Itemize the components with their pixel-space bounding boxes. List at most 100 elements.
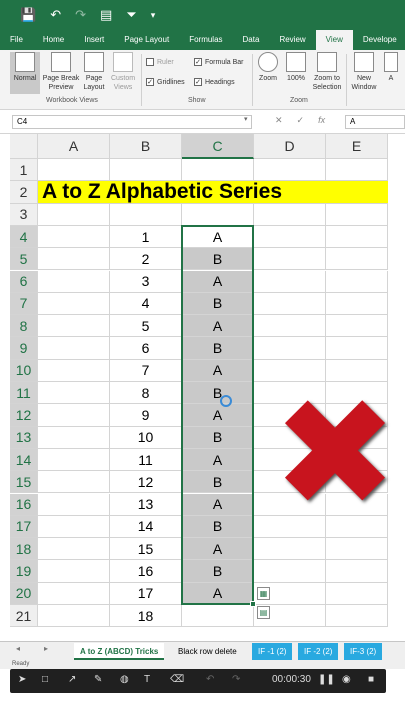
custom-views-button[interactable]: Custom Views: [108, 52, 138, 92]
cell-e6[interactable]: [326, 270, 388, 293]
cell-b5[interactable]: 2: [110, 248, 182, 271]
formula-input[interactable]: A: [345, 115, 405, 129]
cell-a19[interactable]: [38, 560, 110, 583]
headings-checkbox[interactable]: ✓ Headings: [194, 78, 235, 86]
cell-c16[interactable]: A: [182, 493, 254, 516]
column-header-a[interactable]: A: [38, 134, 110, 159]
tab-data[interactable]: Data: [233, 30, 270, 50]
text-tool-icon[interactable]: T: [144, 674, 150, 685]
form-icon[interactable]: ▤: [100, 7, 112, 23]
tab-review[interactable]: Review: [269, 30, 315, 50]
zoom-button[interactable]: Zoom: [256, 52, 280, 83]
stop-icon[interactable]: ■: [368, 674, 374, 685]
cell-b20[interactable]: 17: [110, 582, 182, 605]
cell-b8[interactable]: 5: [110, 315, 182, 338]
cell-d9[interactable]: [254, 337, 326, 360]
cell-c7[interactable]: B: [182, 292, 254, 316]
arrange-all-button[interactable]: A: [382, 52, 400, 83]
sheet-tab-a-to-z[interactable]: A to Z (ABCD) Tricks: [74, 643, 165, 660]
zoom-to-selection-button[interactable]: Zoom to Selection: [310, 52, 344, 92]
cell-a7[interactable]: [38, 292, 110, 316]
row-header-19[interactable]: 19: [10, 560, 38, 583]
chevron-down-icon[interactable]: ▾: [244, 115, 248, 123]
save-icon[interactable]: 💾: [20, 7, 36, 23]
cell-a18[interactable]: [38, 538, 110, 561]
cell-a6[interactable]: [38, 270, 110, 293]
pointer-tool-icon[interactable]: ➤: [18, 674, 26, 685]
cell-e3[interactable]: [326, 203, 388, 226]
cell-a3[interactable]: [38, 203, 110, 226]
cell-e8[interactable]: [326, 315, 388, 338]
sheet-tab-if-2[interactable]: IF -2 (2): [298, 643, 339, 660]
cell-b17[interactable]: 14: [110, 515, 182, 539]
row-header-2[interactable]: 2: [10, 181, 38, 204]
pause-icon[interactable]: ❚❚: [318, 674, 335, 685]
column-header-c[interactable]: C: [182, 134, 254, 159]
cell-b7[interactable]: 4: [110, 292, 182, 316]
cell-d19[interactable]: [254, 560, 326, 583]
cell-a12[interactable]: [38, 404, 110, 427]
cell-c21[interactable]: [182, 605, 254, 628]
cell-d1[interactable]: [254, 159, 326, 182]
cell-d4[interactable]: [254, 225, 326, 249]
cell-a5[interactable]: [38, 248, 110, 271]
cell-b11[interactable]: 8: [110, 382, 182, 405]
cell-b10[interactable]: 7: [110, 359, 182, 382]
cell-e18[interactable]: [326, 538, 388, 561]
row-header-9[interactable]: 9: [10, 337, 38, 360]
tab-view[interactable]: View: [315, 30, 353, 50]
cell-a21[interactable]: [38, 605, 110, 628]
cell-b9[interactable]: 6: [110, 337, 182, 360]
tab-file[interactable]: File: [0, 30, 33, 50]
filter-icon[interactable]: ⏷: [126, 7, 136, 23]
row-header-12[interactable]: 12: [10, 404, 38, 427]
page-layout-button[interactable]: Page Layout: [82, 52, 106, 92]
cell-b14[interactable]: 11: [110, 448, 182, 472]
cell-c10[interactable]: A: [182, 359, 254, 382]
cell-a17[interactable]: [38, 515, 110, 539]
cell-a16[interactable]: [38, 493, 110, 516]
tab-developer[interactable]: Develope: [353, 30, 405, 50]
cell-c8[interactable]: A: [182, 315, 254, 338]
sheet-tab-if-3[interactable]: IF-3 (2): [344, 643, 383, 660]
prev-sheet-icon[interactable]: ◂: [16, 644, 20, 653]
tab-home[interactable]: Home: [33, 30, 74, 50]
cell-c1[interactable]: [182, 159, 254, 182]
cell-c3[interactable]: [182, 203, 254, 226]
tab-page-layout[interactable]: Page Layout: [114, 30, 179, 50]
ruler-checkbox[interactable]: Ruler: [146, 58, 174, 66]
row-header-13[interactable]: 13: [10, 426, 38, 449]
cell-b21[interactable]: 18: [110, 605, 182, 628]
cell-c14[interactable]: A: [182, 448, 254, 472]
cell-d18[interactable]: [254, 538, 326, 561]
rectangle-tool-icon[interactable]: □: [42, 674, 48, 685]
cell-c20[interactable]: A: [182, 582, 254, 605]
quick-analysis-icon[interactable]: ▦: [257, 586, 270, 600]
cell-b4[interactable]: 1: [110, 225, 182, 249]
cell-e21[interactable]: [326, 605, 388, 628]
row-header-1[interactable]: 1: [10, 159, 38, 182]
cancel-icon[interactable]: ✕: [275, 115, 283, 126]
cell-a4[interactable]: [38, 225, 110, 249]
tab-formulas[interactable]: Formulas: [179, 30, 232, 50]
normal-view-button[interactable]: Normal: [10, 52, 40, 94]
cell-b1[interactable]: [110, 159, 182, 182]
row-header-11[interactable]: 11: [10, 382, 38, 405]
cell-a13[interactable]: [38, 426, 110, 449]
select-all-corner[interactable]: [10, 134, 38, 159]
row-header-3[interactable]: 3: [10, 203, 38, 226]
palette-icon[interactable]: ◍: [120, 674, 129, 685]
row-header-14[interactable]: 14: [10, 448, 38, 472]
row-header-7[interactable]: 7: [10, 292, 38, 316]
redo-icon[interactable]: ↷: [232, 674, 240, 685]
cell-d6[interactable]: [254, 270, 326, 293]
enter-icon[interactable]: ✓: [297, 115, 305, 126]
row-header-15[interactable]: 15: [10, 471, 38, 494]
zoom-100-button[interactable]: 100%: [284, 52, 308, 83]
cell-a20[interactable]: [38, 582, 110, 605]
cell-e9[interactable]: [326, 337, 388, 360]
cell-e7[interactable]: [326, 292, 388, 316]
cell-c19[interactable]: B: [182, 560, 254, 583]
name-box[interactable]: C4: [12, 115, 252, 129]
cell-c9[interactable]: B: [182, 337, 254, 360]
